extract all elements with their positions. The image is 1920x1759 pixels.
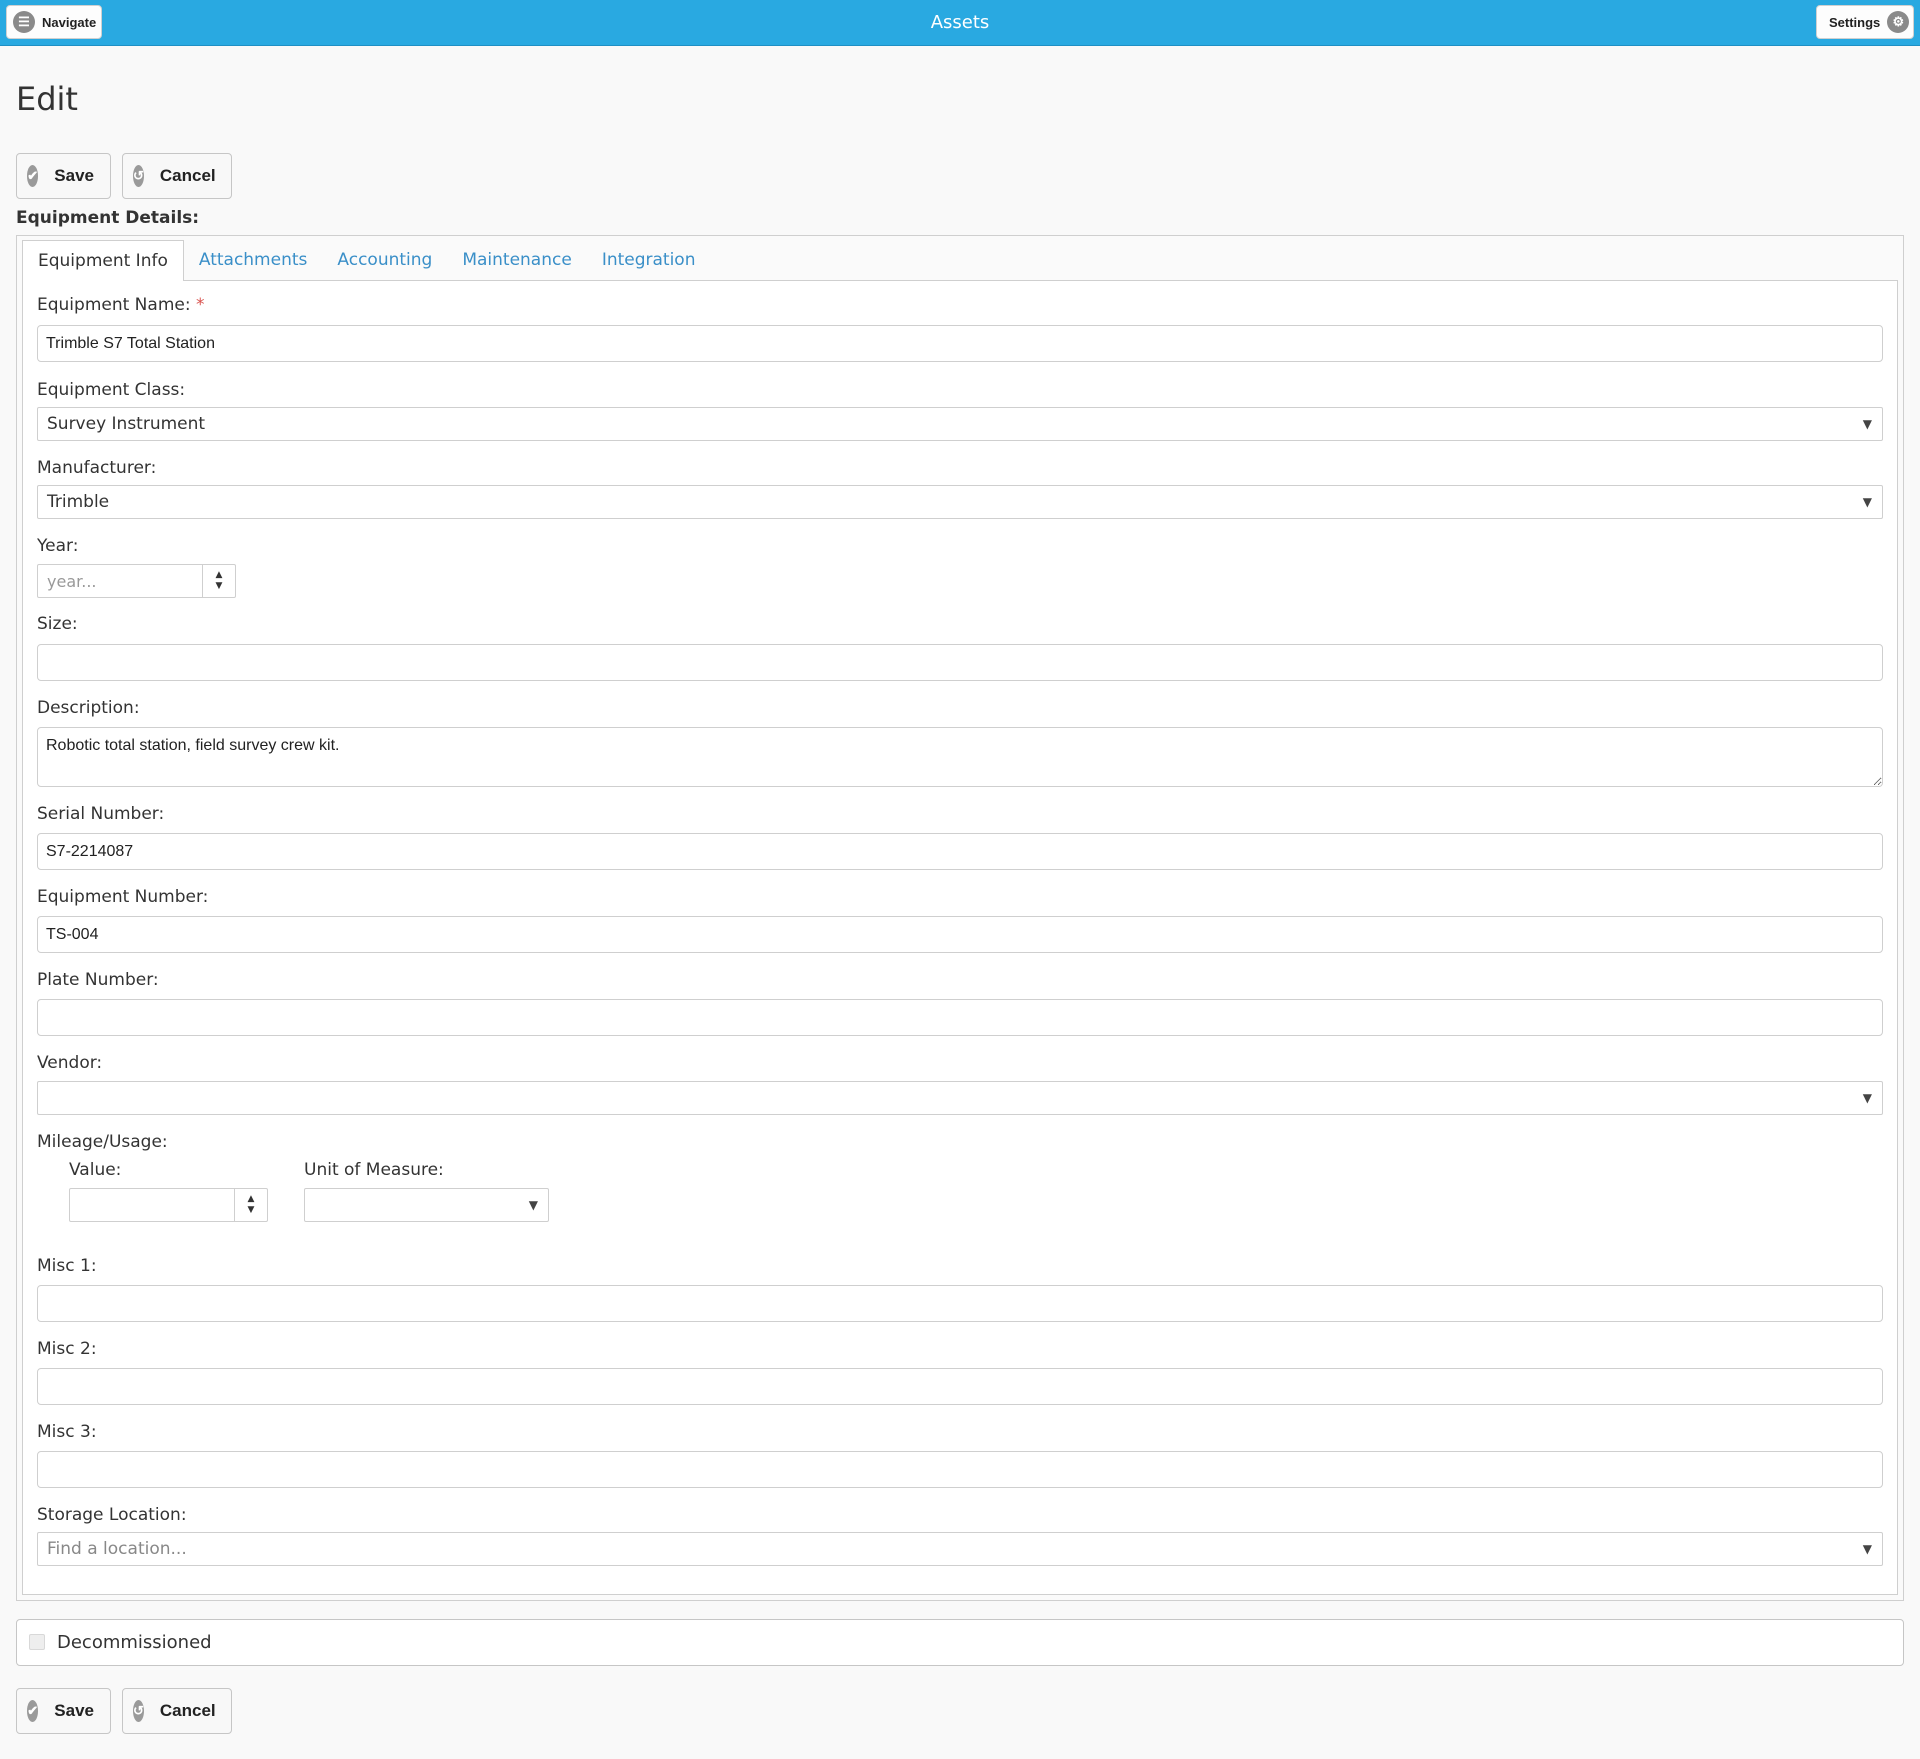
plate-number-label: Plate Number: <box>37 970 159 990</box>
misc2-label: Misc 2: <box>37 1339 97 1359</box>
check-icon: ✔ <box>27 165 39 187</box>
gear-icon: ⚙ <box>1887 11 1910 33</box>
decommissioned-label[interactable]: Decommissioned <box>57 1620 212 1665</box>
caret-down-icon: ▼ <box>1862 495 1872 509</box>
caret-down-icon: ▼ <box>1862 1542 1872 1556</box>
plate-number-input[interactable] <box>37 999 1883 1036</box>
decommissioned-checkbox[interactable] <box>29 1634 45 1650</box>
storage-location-select[interactable]: Find a location... ▼ <box>37 1532 1883 1566</box>
page-title: Edit <box>16 80 78 118</box>
caret-down-icon: ▼ <box>1862 417 1872 431</box>
save-button[interactable]: ✔ Save <box>16 1688 111 1734</box>
cancel-label: Cancel <box>159 166 216 185</box>
tab-bar: Equipment Info Attachments Accounting Ma… <box>22 240 711 281</box>
navigate-button[interactable]: ☰ Navigate <box>6 5 102 39</box>
storage-location-label: Storage Location: <box>37 1505 187 1525</box>
undo-icon: ↺ <box>133 165 144 187</box>
save-label: Save <box>54 166 94 185</box>
vendor-label: Vendor: <box>37 1053 103 1073</box>
cancel-button[interactable]: ↺ Cancel <box>122 153 232 199</box>
manufacturer-value: Trimble <box>47 492 110 512</box>
app-title: Assets <box>930 12 990 33</box>
serial-number-label: Serial Number: <box>37 804 165 824</box>
tab-attachments[interactable]: Attachments <box>184 240 323 280</box>
required-mark: * <box>195 295 205 315</box>
equipment-name-label-text: Equipment Name: <box>37 295 191 315</box>
top-actions: ✔ Save ↺ Cancel <box>16 153 232 199</box>
manufacturer-select[interactable]: Trimble ▼ <box>37 485 1883 519</box>
description-textarea[interactable]: Robotic total station, field survey crew… <box>37 727 1883 787</box>
menu-icon: ☰ <box>13 11 35 33</box>
equipment-name-label: Equipment Name: * <box>37 295 204 315</box>
storage-location-placeholder: Find a location... <box>47 1539 187 1559</box>
year-input[interactable] <box>38 565 204 597</box>
spinner-arrows-icon[interactable]: ▲ ▼ <box>234 1189 267 1221</box>
year-label: Year: <box>37 536 79 556</box>
equipment-number-label: Equipment Number: <box>37 887 209 907</box>
misc1-label: Misc 1: <box>37 1256 97 1276</box>
manufacturer-label: Manufacturer: <box>37 458 157 478</box>
tab-equipment-info[interactable]: Equipment Info <box>22 240 184 281</box>
unit-of-measure-label: Unit of Measure: <box>304 1160 444 1180</box>
mileage-value-input[interactable] <box>70 1189 236 1221</box>
navigate-label: Navigate <box>42 14 97 30</box>
tab-maintenance[interactable]: Maintenance <box>447 240 586 280</box>
cancel-button[interactable]: ↺ Cancel <box>122 1688 232 1734</box>
description-label: Description: <box>37 698 140 718</box>
size-label: Size: <box>37 614 78 634</box>
misc3-input[interactable] <box>37 1451 1883 1488</box>
mileage-usage-label: Mileage/Usage: <box>37 1132 168 1152</box>
equipment-class-select[interactable]: Survey Instrument ▼ <box>37 407 1883 441</box>
spinner-arrows-icon[interactable]: ▲ ▼ <box>202 565 235 597</box>
settings-button[interactable]: Settings ⚙ <box>1816 5 1914 39</box>
save-label: Save <box>54 1701 94 1720</box>
mileage-value-label: Value: <box>69 1160 122 1180</box>
save-button[interactable]: ✔ Save <box>16 153 111 199</box>
unit-of-measure-select[interactable]: ▼ <box>304 1188 549 1222</box>
cancel-label: Cancel <box>159 1701 216 1720</box>
equipment-class-label: Equipment Class: <box>37 380 186 400</box>
tab-integration[interactable]: Integration <box>587 240 711 280</box>
serial-number-input[interactable] <box>37 833 1883 870</box>
undo-icon: ↺ <box>133 1700 144 1722</box>
equipment-number-input[interactable] <box>37 916 1883 953</box>
year-spinner: ▲▼ <box>37 564 236 598</box>
app-header: Assets ☰ Navigate Settings ⚙ <box>0 0 1920 46</box>
section-label: Equipment Details: <box>16 208 200 228</box>
settings-label: Settings <box>1829 14 1881 30</box>
vendor-select[interactable]: ▼ <box>37 1081 1883 1115</box>
equipment-name-input[interactable] <box>37 325 1883 362</box>
misc3-label: Misc 3: <box>37 1422 97 1442</box>
mileage-value-spinner: ▲ ▼ <box>69 1188 268 1222</box>
caret-down-icon: ▼ <box>528 1198 538 1212</box>
decommissioned-panel: Decommissioned <box>16 1619 1904 1666</box>
size-input[interactable] <box>37 644 1883 681</box>
misc1-input[interactable] <box>37 1285 1883 1322</box>
check-icon: ✔ <box>27 1700 39 1722</box>
bottom-actions: ✔ Save ↺ Cancel <box>16 1688 232 1734</box>
tab-accounting[interactable]: Accounting <box>322 240 447 280</box>
caret-down-icon: ▼ <box>1862 1091 1872 1105</box>
misc2-input[interactable] <box>37 1368 1883 1405</box>
equipment-class-value: Survey Instrument <box>47 414 206 434</box>
